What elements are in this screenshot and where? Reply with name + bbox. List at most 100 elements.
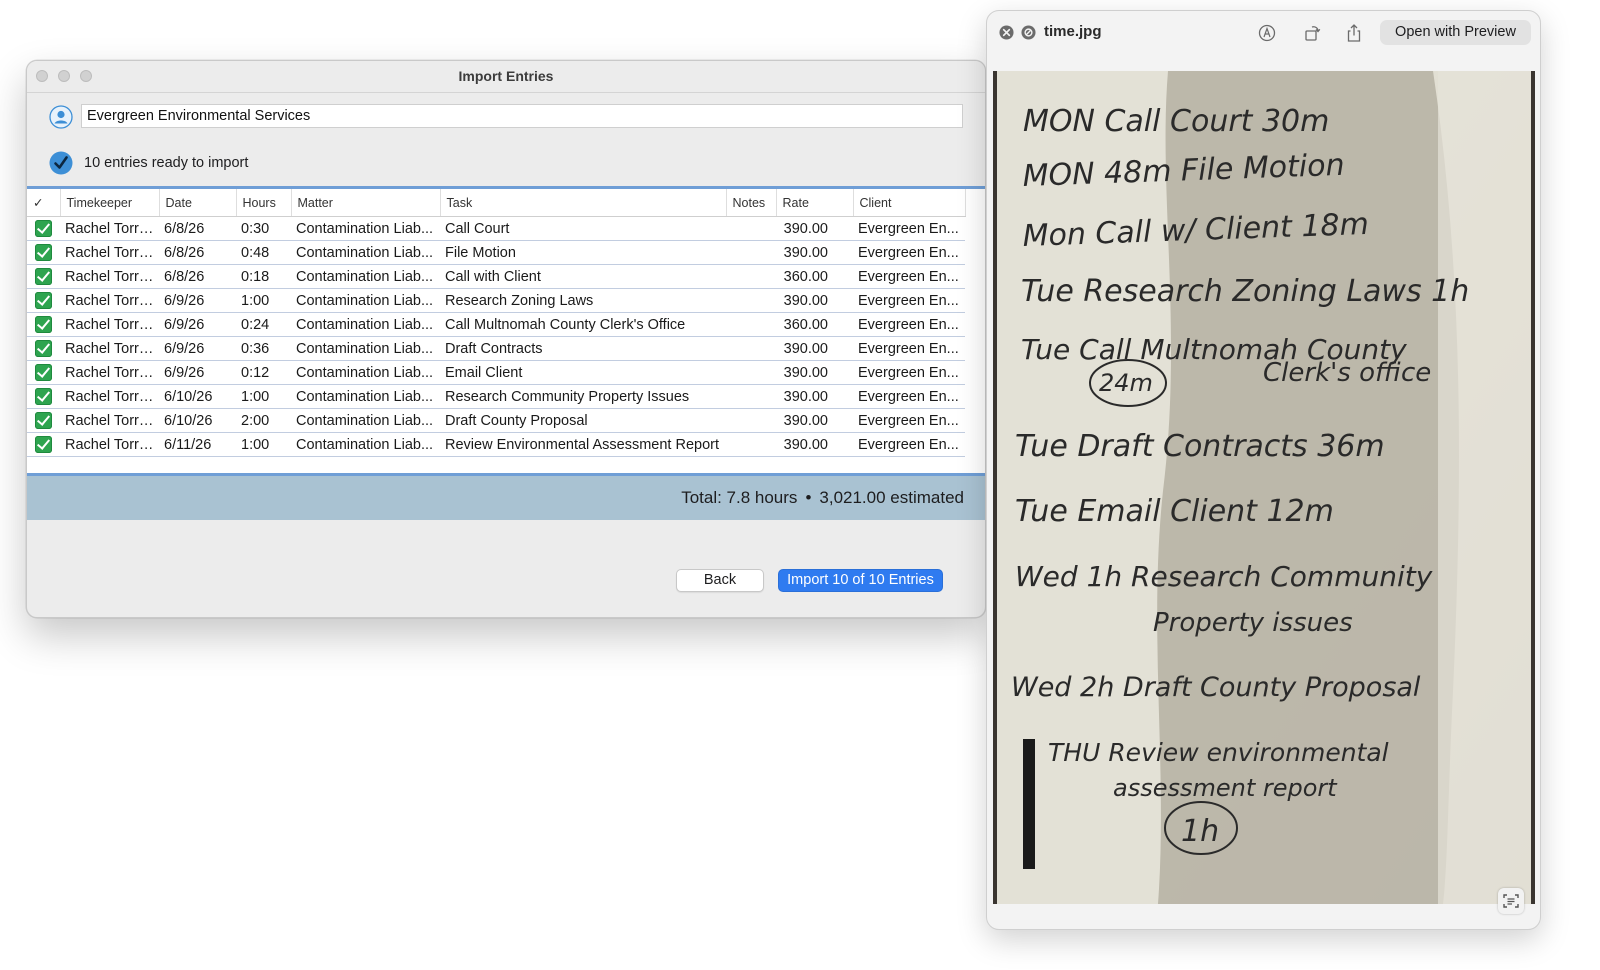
row-checkbox[interactable] (35, 268, 52, 285)
cell-client: Evergreen En... (853, 384, 965, 409)
cell-rate: 390.00 (776, 360, 853, 385)
cell-timekeeper: Rachel Torres (60, 432, 159, 457)
cell-rate: 390.00 (776, 432, 853, 457)
cell-notes (726, 432, 776, 457)
row-checkbox-cell[interactable] (27, 360, 60, 385)
cell-date: 6/10/26 (159, 408, 236, 433)
column-header-date[interactable]: Date (159, 189, 237, 217)
row-checkbox-cell[interactable] (27, 264, 60, 289)
row-checkbox-cell[interactable] (27, 336, 60, 361)
row-checkbox-cell[interactable] (27, 216, 60, 241)
cell-client: Evergreen En... (853, 288, 965, 313)
cell-notes (726, 288, 776, 313)
import-entries-button[interactable]: Import 10 of 10 Entries (778, 569, 943, 592)
cell-date: 6/8/26 (159, 216, 236, 241)
note-line-14: assessment report (1113, 774, 1338, 802)
cell-hours: 1:00 (236, 288, 291, 313)
table-row[interactable]: Rachel Torres 6/9/26 0:12 Contamination Lia… (27, 360, 965, 385)
ready-text: 10 entries ready to import (84, 155, 249, 171)
person-icon (49, 105, 73, 129)
block-icon[interactable] (1021, 25, 1036, 40)
column-header-notes[interactable]: Notes (726, 189, 777, 217)
row-checkbox[interactable] (35, 316, 52, 333)
row-checkbox-cell[interactable] (27, 432, 60, 457)
row-checkbox[interactable] (35, 364, 52, 381)
cell-matter: Contamination Liab... (291, 408, 440, 433)
cell-date: 6/11/26 (159, 432, 236, 457)
total-summary: Total: 7.8 hours • 3,021.00 estimated (681, 488, 964, 508)
column-header-hours[interactable]: Hours (236, 189, 292, 217)
table-row[interactable]: Rachel Torres 6/9/26 0:24 Contamination Lia… (27, 312, 965, 337)
cell-task: Draft County Proposal (440, 408, 726, 433)
cell-rate: 390.00 (776, 408, 853, 433)
cell-timekeeper: Rachel Torres (60, 264, 159, 289)
cell-client: Evergreen En... (853, 240, 965, 265)
cell-matter: Contamination Liab... (291, 288, 440, 313)
row-checkbox-cell[interactable] (27, 240, 60, 265)
rotate-icon[interactable] (1302, 23, 1322, 43)
cell-timekeeper: Rachel Torres (60, 384, 159, 409)
table-row[interactable]: Rachel Torres 6/11/26 1:00 Contamination Li… (27, 432, 965, 457)
markup-icon[interactable] (1257, 23, 1277, 43)
row-checkbox[interactable] (35, 412, 52, 429)
table-row[interactable]: Rachel Torres 6/8/26 0:48 Contamination Lia… (27, 240, 965, 265)
cell-date: 6/10/26 (159, 384, 236, 409)
cell-hours: 0:48 (236, 240, 291, 265)
column-header-timekeeper[interactable]: Timekeeper (60, 189, 160, 217)
note-line-13: THU Review environmental (1048, 738, 1389, 767)
column-header-matter[interactable]: Matter (291, 189, 441, 217)
row-checkbox-cell[interactable] (27, 288, 60, 313)
table-row[interactable]: Rachel Torres 6/9/26 0:36 Contamination Lia… (27, 336, 965, 361)
live-text-icon[interactable] (1498, 888, 1524, 914)
table-row[interactable]: Rachel Torres 6/8/26 0:30 Contamination Lia… (27, 216, 965, 241)
row-checkbox[interactable] (35, 244, 52, 261)
cell-matter: Contamination Liab... (291, 336, 440, 361)
row-checkbox-cell[interactable] (27, 312, 60, 337)
open-with-preview-button[interactable]: Open with Preview (1380, 20, 1531, 45)
cell-notes (726, 216, 776, 241)
note-line-7: Clerk's office (1263, 358, 1431, 388)
note-line-10: Wed 1h Research Community (1015, 560, 1433, 593)
close-icon[interactable] (999, 25, 1014, 40)
cell-hours: 0:30 (236, 216, 291, 241)
table-row[interactable]: Rachel Torres 6/9/26 1:00 Contamination Lia… (27, 288, 965, 313)
share-icon[interactable] (1344, 23, 1364, 43)
cell-hours: 1:00 (236, 432, 291, 457)
import-entries-dialog: Import Entries Evergreen Environmental S… (26, 60, 986, 618)
cell-client: Evergreen En... (853, 336, 965, 361)
note-line-12: Wed 2h Draft County Proposal (1011, 672, 1421, 703)
row-checkbox[interactable] (35, 436, 52, 453)
row-checkbox-cell[interactable] (27, 384, 60, 409)
table-row[interactable]: Rachel Torres 6/10/26 2:00 Contamination Li… (27, 408, 965, 433)
note-line-1: MON Call Court 30m (1023, 104, 1329, 139)
cell-date: 6/8/26 (159, 240, 236, 265)
cell-task: Research Community Property Issues (440, 384, 726, 409)
note-line-11: Property issues (1153, 608, 1353, 638)
row-checkbox[interactable] (35, 220, 52, 237)
column-header-check[interactable]: ✓ (27, 189, 61, 217)
table-row[interactable]: Rachel Torres 6/10/26 1:00 Contamination Li… (27, 384, 965, 409)
cell-rate: 390.00 (776, 216, 853, 241)
row-checkbox[interactable] (35, 388, 52, 405)
cell-timekeeper: Rachel Torres (60, 312, 159, 337)
column-header-rate[interactable]: Rate (776, 189, 854, 217)
cell-task: Call with Client (440, 264, 726, 289)
cell-timekeeper: Rachel Torres (60, 360, 159, 385)
cell-timekeeper: Rachel Torres (60, 288, 159, 313)
row-checkbox-cell[interactable] (27, 408, 60, 433)
back-button[interactable]: Back (676, 569, 764, 592)
cell-timekeeper: Rachel Torres (60, 240, 159, 265)
client-field[interactable]: Evergreen Environmental Services (81, 104, 963, 128)
row-checkbox[interactable] (35, 340, 52, 357)
column-header-client[interactable]: Client (853, 189, 966, 217)
cell-task: Call Multnomah County Clerk's Office (440, 312, 726, 337)
row-checkbox[interactable] (35, 292, 52, 309)
table-row[interactable]: Rachel Torres 6/8/26 0:18 Contamination Lia… (27, 264, 965, 289)
cell-task: Draft Contracts (440, 336, 726, 361)
cell-rate: 390.00 (776, 336, 853, 361)
cell-task: Call Court (440, 216, 726, 241)
total-hours: Total: 7.8 hours (681, 488, 798, 507)
client-row: Evergreen Environmental Services (47, 103, 963, 131)
cell-matter: Contamination Liab... (291, 432, 440, 457)
column-header-task[interactable]: Task (440, 189, 727, 217)
